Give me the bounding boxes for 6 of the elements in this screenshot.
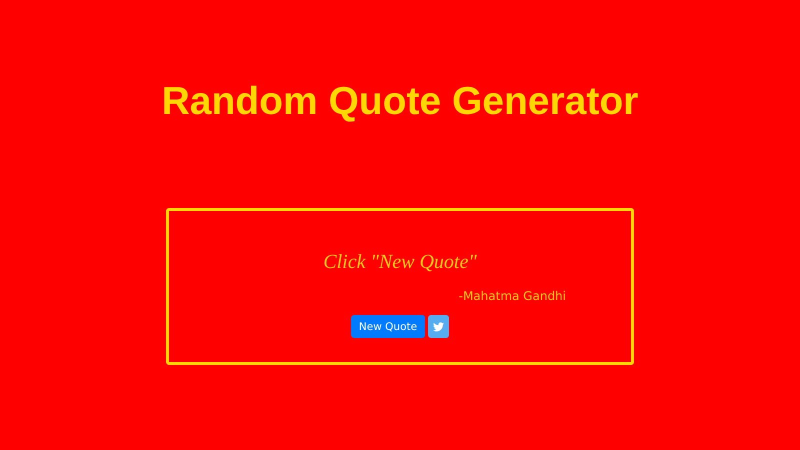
new-quote-button[interactable]: New Quote [350, 315, 426, 338]
page-title: Random Quote Generator [162, 79, 638, 125]
bird-icon [433, 322, 444, 332]
quote-author: -Mahatma Gandhi [458, 289, 566, 303]
tweet-button[interactable] [428, 315, 450, 338]
quote-text: Click "New Quote" [323, 250, 477, 275]
